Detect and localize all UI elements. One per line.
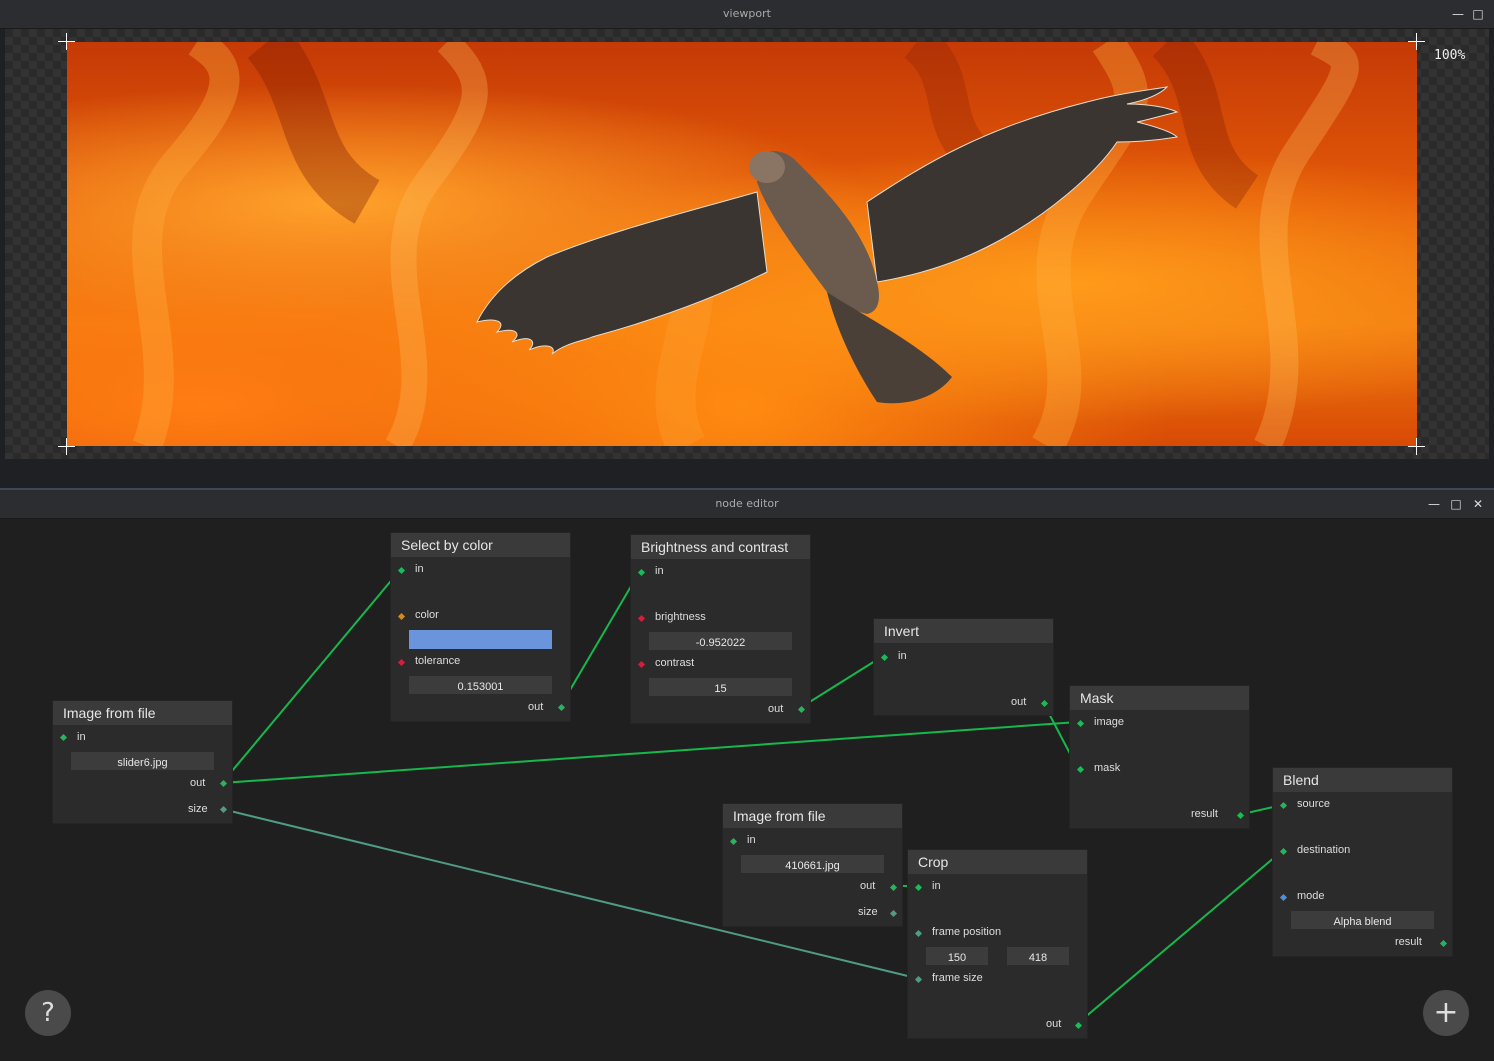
mode-dropdown[interactable]: Alpha blend	[1291, 911, 1434, 929]
node-title[interactable]: Brightness and contrast	[631, 535, 810, 559]
port-label-color: color	[415, 609, 439, 621]
port-label-out: out	[1046, 1018, 1062, 1030]
output-port[interactable]	[1439, 939, 1448, 948]
help-button[interactable]: ?	[25, 990, 71, 1036]
port-label-out: out	[860, 880, 876, 892]
port-label-size: size	[858, 906, 878, 918]
port-label-in: in	[77, 731, 86, 743]
port-label-contrast: contrast	[655, 657, 695, 669]
input-port-mask[interactable]	[1076, 765, 1085, 774]
node-crop[interactable]: Crop in frame position 150 418 frame siz…	[907, 849, 1088, 1039]
input-port-frame-position[interactable]	[914, 929, 923, 938]
color-swatch[interactable]	[409, 630, 552, 649]
port-label-out: out	[1011, 696, 1027, 708]
wire-brightness-to-invert[interactable]	[799, 655, 884, 709]
input-port-destination[interactable]	[1279, 847, 1288, 856]
input-port-contrast[interactable]	[637, 660, 646, 669]
output-port[interactable]	[219, 779, 228, 788]
output-port-size[interactable]	[889, 909, 898, 918]
node-title[interactable]: Crop	[908, 850, 1087, 874]
contrast-field[interactable]: 15	[649, 678, 792, 696]
port-label-mask: mask	[1094, 762, 1121, 774]
input-port[interactable]	[914, 883, 923, 892]
tolerance-field[interactable]: 0.153001	[409, 676, 552, 694]
port-label-size: size	[188, 803, 208, 815]
node-image-from-file-2[interactable]: Image from file in 410661.jpg out size	[722, 803, 903, 927]
port-label-frame-size: frame size	[932, 972, 983, 984]
output-port[interactable]	[889, 883, 898, 892]
input-port[interactable]	[397, 566, 406, 575]
wire-crop-to-blend[interactable]	[1076, 850, 1283, 1025]
node-blend[interactable]: Blend source destination mode Alpha blen…	[1272, 767, 1453, 957]
output-port[interactable]	[1074, 1021, 1083, 1030]
node-mask[interactable]: Mask image mask result	[1069, 685, 1250, 829]
input-port[interactable]	[59, 733, 68, 742]
port-label-tolerance: tolerance	[415, 655, 461, 667]
add-node-button[interactable]: +	[1423, 990, 1469, 1036]
node-brightness-contrast[interactable]: Brightness and contrast in brightness -0…	[630, 534, 811, 724]
port-label-out: out	[768, 703, 784, 715]
port-label-brightness: brightness	[655, 611, 706, 623]
port-label-in: in	[932, 880, 941, 892]
output-port[interactable]	[557, 703, 566, 712]
input-port-image[interactable]	[1076, 719, 1085, 728]
port-label-frame-position: frame position	[932, 926, 1002, 938]
node-select-by-color[interactable]: Select by color in color tolerance 0.153…	[390, 532, 571, 722]
frame-position-y-field[interactable]: 418	[1007, 947, 1069, 965]
node-image-from-file-1[interactable]: Image from file in slider6.jpg out size	[52, 700, 233, 824]
file-name-field[interactable]: 410661.jpg	[741, 855, 884, 873]
port-label-out: out	[190, 777, 206, 789]
file-name-field[interactable]: slider6.jpg	[71, 752, 214, 770]
input-port-color[interactable]	[397, 612, 406, 621]
input-port-source[interactable]	[1279, 801, 1288, 810]
output-port[interactable]	[797, 705, 806, 714]
wire-image-to-select[interactable]	[221, 569, 401, 784]
node-title[interactable]: Invert	[874, 619, 1053, 643]
input-port[interactable]	[729, 837, 738, 846]
frame-position-x-field[interactable]: 150	[926, 947, 988, 965]
port-label-result: result	[1395, 936, 1422, 948]
node-title[interactable]: Blend	[1273, 768, 1452, 792]
port-label-in: in	[898, 650, 907, 662]
input-port-brightness[interactable]	[637, 614, 646, 623]
input-port[interactable]	[880, 653, 889, 662]
port-label-out: out	[528, 701, 544, 713]
node-title[interactable]: Mask	[1070, 686, 1249, 710]
port-label-image: image	[1094, 716, 1124, 728]
port-label-destination: destination	[1297, 844, 1351, 856]
wire-image-to-mask-image[interactable]	[221, 721, 1079, 784]
input-port[interactable]	[637, 568, 646, 577]
output-port-size[interactable]	[219, 805, 228, 814]
output-port[interactable]	[1040, 699, 1049, 708]
input-port-mode[interactable]	[1279, 893, 1288, 902]
node-invert[interactable]: Invert in out	[873, 618, 1054, 716]
port-label-in: in	[747, 834, 756, 846]
port-label-source: source	[1297, 798, 1331, 810]
input-port-tolerance[interactable]	[397, 658, 406, 667]
node-title[interactable]: Image from file	[53, 701, 232, 725]
input-port-frame-size[interactable]	[914, 975, 923, 984]
port-label-result: result	[1191, 808, 1218, 820]
node-title[interactable]: Image from file	[723, 804, 902, 828]
output-port[interactable]	[1236, 811, 1245, 820]
port-label-in: in	[655, 565, 664, 577]
node-title[interactable]: Select by color	[391, 533, 570, 557]
brightness-field[interactable]: -0.952022	[649, 632, 792, 650]
port-label-mode: mode	[1297, 890, 1325, 902]
port-label-in: in	[415, 563, 424, 575]
wire-select-to-brightness[interactable]	[559, 570, 641, 708]
